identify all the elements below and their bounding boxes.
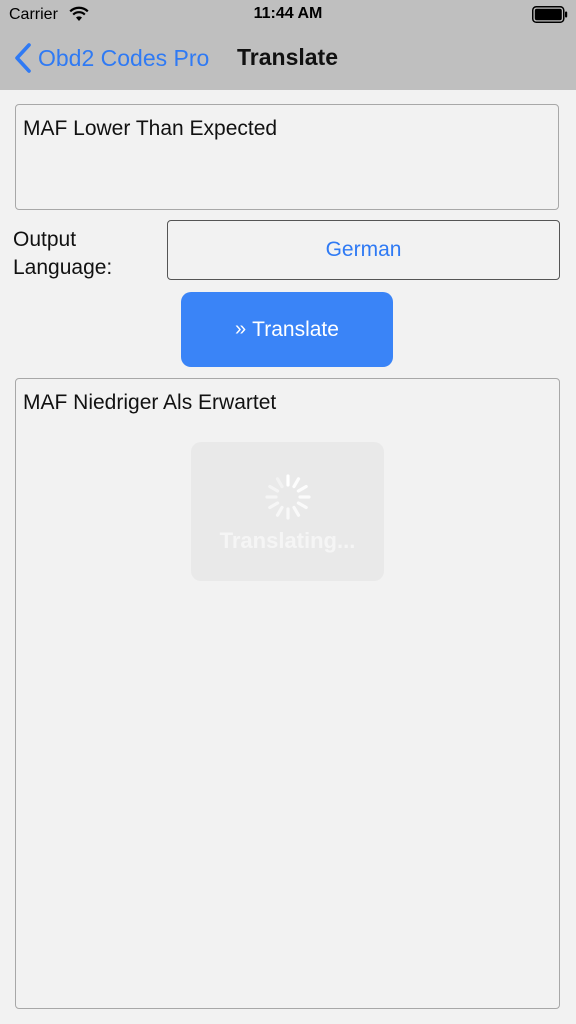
back-button[interactable]: Obd2 Codes Pro [14,40,209,76]
back-label: Obd2 Codes Pro [38,44,210,71]
spinner-icon [265,474,311,520]
translated-text: MAF Niedriger Als Erwartet [23,391,277,414]
translate-button[interactable]: » Translate [181,292,393,367]
battery-icon [532,6,568,23]
page-title: Translate [237,44,338,70]
translate-button-label: Translate [252,317,339,341]
chevron-left-icon [15,43,31,73]
double-chevron-right-icon: » [235,318,247,340]
loading-overlay: Translating... [191,442,384,581]
output-language-label-line2: Language: [13,256,113,279]
source-text-input[interactable]: MAF Lower Than Expected [15,104,559,210]
loading-label: Translating... [219,528,356,553]
output-language-label-line1: Output [13,228,77,251]
header: Carrier 11:44 AM Obd2 Codes Pro Translat… [0,0,576,90]
status-time: 11:44 AM [253,5,323,22]
selected-language: German [325,238,402,261]
output-language-label: Output Language: [13,226,112,282]
language-selector[interactable]: German [167,220,560,280]
translate-screen: Carrier 11:44 AM Obd2 Codes Pro Translat… [0,0,576,1024]
